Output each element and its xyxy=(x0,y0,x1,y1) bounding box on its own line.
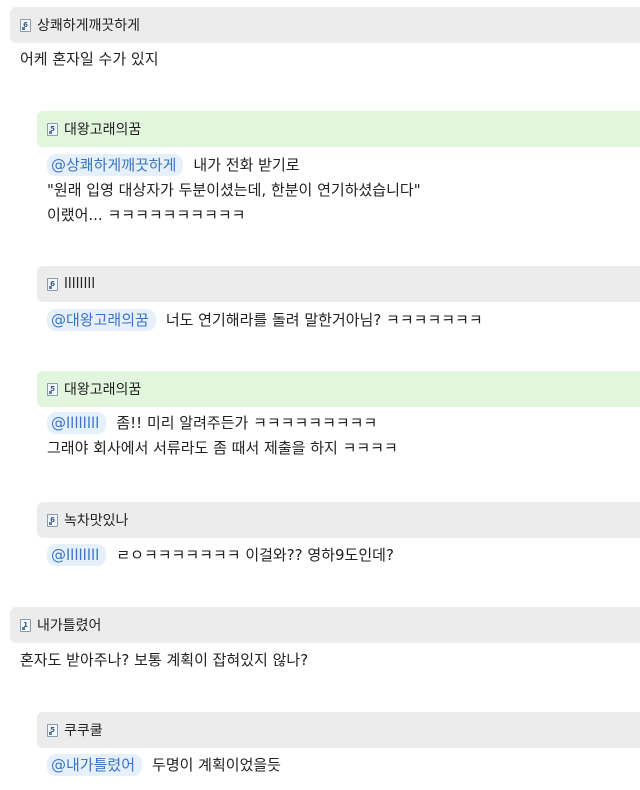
reply-comment: 5 쿠쿠쿨 @내가틀렸어 두명이 계획이었을듯 xyxy=(37,712,640,778)
comment-body: @대왕고래의꿈 너도 연기해라를 돌려 말한거아님? ㅋㅋㅋㅋㅋㅋㅋ xyxy=(37,302,640,333)
nickname-link[interactable]: 대왕고래의꿈 xyxy=(64,379,141,399)
comment-text: @내가틀렸어 두명이 계획이었을듯 xyxy=(47,753,640,778)
nickname-link[interactable]: 녹차맛있나 xyxy=(64,510,128,530)
comment-text-line: 너도 연기해라를 돌려 말한거아님? ㅋㅋㅋㅋㅋㅋㅋ xyxy=(165,311,483,329)
comment-text-line: 내가 전화 받기로 xyxy=(193,156,300,174)
comment-text: 혼자도 받아주나? 보통 계획이 잡혀있지 않나? xyxy=(20,651,309,669)
comment-header: 1 내가틀렸어 xyxy=(10,607,640,643)
comment-body: 어케 혼자일 수가 있지 xyxy=(10,43,640,72)
comment-text-line: 두명이 계획이었을듯 xyxy=(152,756,281,774)
comment-body: @상쾌하게깨끗하게 내가 전화 받기로 "원래 입영 대상자가 두분이셨는데, 한… xyxy=(37,147,640,228)
comment-text-line: 이랬어... ㅋㅋㅋㅋㅋㅋㅋㅋㅋㅋ xyxy=(47,206,246,224)
level-icon: 6 xyxy=(20,18,31,32)
level-icon: 5 xyxy=(47,122,58,136)
level-icon: 5 xyxy=(47,382,58,396)
mention-tag[interactable]: @상쾌하게깨끗하게 xyxy=(47,154,184,176)
comment-text: 어케 혼자일 수가 있지 xyxy=(20,50,159,68)
mention-tag[interactable]: @llllllll xyxy=(47,544,107,566)
mention-tag[interactable]: @llllllll xyxy=(47,412,107,434)
comment-text-line: "원래 입영 대상자가 두분이셨는데, 한분이 연기하셨습니다" xyxy=(47,181,421,199)
comment-body: @llllllll ㄹㅇㅋㅋㅋㅋㅋㅋㅋ 이걸와?? 영하9도인데? xyxy=(37,538,640,568)
comment-text-line: ㄹㅇㅋㅋㅋㅋㅋㅋㅋ 이걸와?? 영하9도인데? xyxy=(116,546,394,564)
reply-comment: 6 llllllll @대왕고래의꿈 너도 연기해라를 돌려 말한거아님? ㅋㅋㅋ… xyxy=(37,266,640,333)
nickname-link[interactable]: 내가틀렸어 xyxy=(37,615,101,635)
level-icon: 1 xyxy=(20,618,31,632)
nickname-link[interactable]: 대왕고래의꿈 xyxy=(64,119,141,139)
level-icon: 6 xyxy=(47,513,58,527)
nickname-link[interactable]: 상쾌하게깨끗하게 xyxy=(37,15,140,35)
level-icon: 6 xyxy=(47,277,58,291)
reply-comment: 6 녹차맛있나 @llllllll ㄹㅇㅋㅋㅋㅋㅋㅋㅋ 이걸와?? 영하9도인데? xyxy=(37,502,640,568)
comment-header: 5 대왕고래의꿈 xyxy=(37,111,640,147)
nickname-link[interactable]: 쿠쿠쿨 xyxy=(64,720,103,740)
reply-comment: 5 대왕고래의꿈 @상쾌하게깨끗하게 내가 전화 받기로 "원래 입영 대상자가 … xyxy=(37,111,640,228)
comment-text-line: 좀!! 미리 알려주든가 ㅋㅋㅋㅋㅋㅋㅋㅋㅋ xyxy=(116,414,378,432)
comment-header: 6 상쾌하게깨끗하게 xyxy=(10,7,640,43)
comment: 6 상쾌하게깨끗하게 어케 혼자일 수가 있지 xyxy=(10,7,640,72)
comment: 1 내가틀렸어 혼자도 받아주나? 보통 계획이 잡혀있지 않나? xyxy=(10,607,640,673)
comment-text: @대왕고래의꿈 너도 연기해라를 돌려 말한거아님? ㅋㅋㅋㅋㅋㅋㅋ xyxy=(47,308,640,333)
comment-header: 5 대왕고래의꿈 xyxy=(37,371,640,407)
comment-header: 6 녹차맛있나 xyxy=(37,502,640,538)
reply-comment: 5 대왕고래의꿈 @llllllll 좀!! 미리 알려주든가 ㅋㅋㅋㅋㅋㅋㅋㅋㅋ… xyxy=(37,371,640,461)
comment-text: @상쾌하게깨끗하게 내가 전화 받기로 xyxy=(47,153,640,178)
mention-tag[interactable]: @내가틀렸어 xyxy=(47,754,143,776)
mention-tag[interactable]: @대왕고래의꿈 xyxy=(47,309,156,331)
level-icon: 5 xyxy=(47,723,58,737)
comment-body: @내가틀렸어 두명이 계획이었을듯 xyxy=(37,748,640,778)
comment-text-line: 그래야 회사에서 서류라도 좀 때서 제출을 하지 ㅋㅋㅋㅋ xyxy=(47,439,398,457)
comment-text: @llllllll ㄹㅇㅋㅋㅋㅋㅋㅋㅋ 이걸와?? 영하9도인데? xyxy=(47,543,640,568)
nickname-link[interactable]: llllllll xyxy=(64,276,95,292)
comment-header: 5 쿠쿠쿨 xyxy=(37,712,640,748)
comment-header: 6 llllllll xyxy=(37,266,640,302)
comment-body: 혼자도 받아주나? 보통 계획이 잡혀있지 않나? xyxy=(10,643,640,673)
comment-body: @llllllll 좀!! 미리 알려주든가 ㅋㅋㅋㅋㅋㅋㅋㅋㅋ 그래야 회사에서… xyxy=(37,407,640,461)
comment-text: @llllllll 좀!! 미리 알려주든가 ㅋㅋㅋㅋㅋㅋㅋㅋㅋ xyxy=(47,411,640,436)
